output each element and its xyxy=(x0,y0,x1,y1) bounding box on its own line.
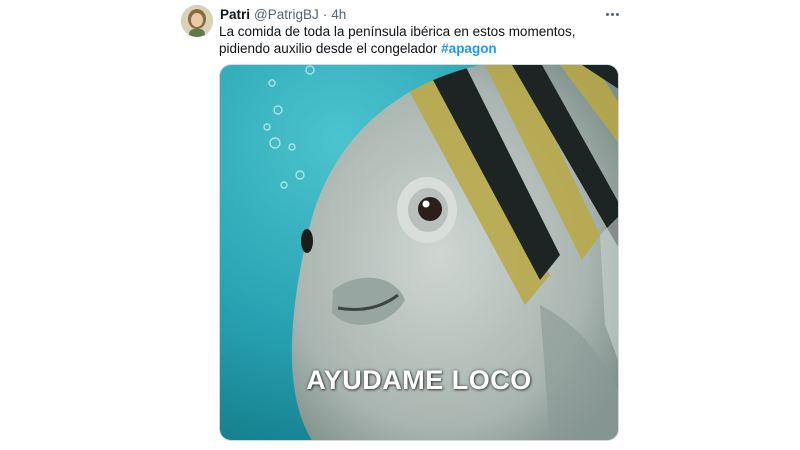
separator-dot: · xyxy=(322,7,328,22)
tweet-media[interactable]: AYUDAME LOCO xyxy=(219,64,619,441)
tweet-text: La comida de toda la península ibérica e… xyxy=(219,23,619,57)
user-handle[interactable]: @PatrigBJ xyxy=(254,6,319,24)
avatar-image xyxy=(181,5,213,37)
tweet: Patri @PatrigBJ · 4h La comida de toda l… xyxy=(0,0,800,450)
more-horizontal-icon[interactable] xyxy=(603,7,621,21)
tweet-header: Patri @PatrigBJ · 4h xyxy=(220,6,346,24)
timestamp[interactable]: 4h xyxy=(331,6,346,24)
hashtag-link[interactable]: #apagon xyxy=(441,41,497,56)
display-name[interactable]: Patri xyxy=(220,6,250,24)
avatar[interactable] xyxy=(181,5,213,37)
tweet-body: La comida de toda la península ibérica e… xyxy=(219,24,576,56)
media-caption: AYUDAME LOCO xyxy=(306,365,532,395)
